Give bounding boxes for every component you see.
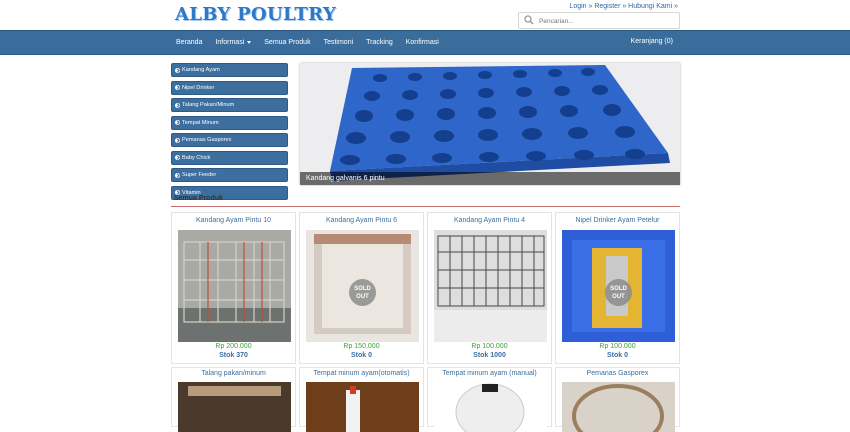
product-price: Rp 200.000	[215, 343, 252, 350]
sidebar-item-label: Talang Pakan/Minum	[182, 102, 235, 108]
hero-slider[interactable]: Kandang galvanis 6 pintu	[300, 63, 680, 185]
sidebar-item-label: Baby Chick	[182, 154, 211, 161]
sidebar-item-label: Tempat Minum	[182, 119, 219, 126]
wire-cage-image	[434, 230, 547, 342]
sidebar-item-kandang-ayam[interactable]: Kandang Ayam	[171, 63, 288, 77]
product-card[interactable]: Kandang Ayam Pintu 4 Rp 100.000 Stok 100…	[427, 212, 552, 364]
product-price: Rp 100.000	[471, 343, 508, 350]
product-price: Rp 100.000	[599, 343, 636, 350]
wire-cage-image	[178, 230, 291, 342]
product-image[interactable]	[434, 230, 547, 342]
manual-drinker-image	[434, 382, 547, 432]
product-name[interactable]: Kandang Ayam Pintu 6	[300, 217, 423, 224]
nav-informasi-label: Informasi	[215, 39, 245, 46]
sold-label: SOLD	[610, 285, 627, 292]
chevron-circle-icon	[175, 102, 180, 108]
nav-tracking[interactable]: Tracking	[366, 39, 393, 46]
egg-tray-image	[300, 63, 680, 185]
search-icon	[524, 15, 534, 25]
site-logo[interactable]: ALBY POULTRY	[175, 4, 336, 25]
sidebar-item-tempat-minum[interactable]: Tempat Minum	[171, 115, 288, 130]
product-card[interactable]: Tempat minum ayam (manual)	[427, 367, 552, 432]
product-stock: Stok 0	[606, 352, 628, 359]
product-card[interactable]: Talang pakan/minum	[171, 367, 296, 432]
product-card[interactable]: Tempat minum ayam(otomatis)	[299, 367, 424, 432]
product-card[interactable]: Pemanas Gasporex	[555, 367, 680, 432]
product-price: Rp 150.000	[343, 343, 380, 350]
chevron-circle-icon	[175, 120, 180, 125]
slider-caption: Kandang galvanis 6 pintu	[300, 172, 680, 185]
product-name[interactable]: Kandang Ayam Pintu 10	[172, 217, 295, 224]
product-image[interactable]: SOLD OUT	[562, 230, 675, 342]
nav-beranda[interactable]: Beranda	[176, 39, 202, 46]
sidebar-item-super-feeder[interactable]: Super Feeder	[171, 168, 288, 182]
product-image[interactable]	[178, 382, 291, 432]
sidebar-item-baby-chick[interactable]: Baby Chick	[171, 150, 288, 165]
product-card[interactable]: Kandang Ayam Pintu 6 SOLD OUT Rp 150.000 …	[299, 212, 424, 364]
sidebar-item-label: Pemanas Gasporex	[182, 137, 232, 143]
sold-label: SOLD	[354, 285, 371, 292]
product-card[interactable]: Nipel Drinker Ayam Petelur SOLD OUT Rp 10…	[555, 212, 680, 364]
chevron-circle-icon	[175, 155, 180, 160]
section-divider	[171, 206, 680, 207]
sidebar-item-nipel-drinker[interactable]: Nipel Drinker	[171, 80, 288, 95]
product-name[interactable]: Tempat minum ayam(otomatis)	[300, 370, 423, 377]
product-image[interactable]	[178, 230, 291, 342]
nav-semua-produk[interactable]: Semua Produk	[264, 39, 310, 46]
chevron-circle-icon	[175, 137, 180, 143]
nav-konfirmasi[interactable]: Konfirmasi	[406, 39, 439, 46]
sidebar-item-talang[interactable]: Talang Pakan/Minum	[171, 98, 288, 112]
product-stock: Stok 0	[350, 352, 372, 359]
sold-out-badge: SOLD OUT	[349, 279, 376, 306]
product-name[interactable]: Nipel Drinker Ayam Petelur	[556, 217, 679, 224]
nav-testimoni[interactable]: Testimoni	[324, 39, 354, 46]
product-name[interactable]: Pemanas Gasporex	[556, 370, 679, 377]
product-image[interactable]	[306, 382, 419, 432]
sidebar-item-pemanas[interactable]: Pemanas Gasporex	[171, 133, 288, 147]
chevron-circle-icon	[175, 67, 180, 73]
account-links[interactable]: Login » Register » Hubungi Kami »	[569, 3, 678, 10]
section-title: Semua Produk	[174, 195, 224, 202]
product-card[interactable]: Kandang Ayam Pintu 10 Rp 200.000 Stok 37…	[171, 212, 296, 364]
search-box[interactable]	[518, 12, 680, 29]
category-sidebar: Kandang Ayam Nipel Drinker Talang Pakan/…	[171, 63, 288, 203]
sold-out-badge: SOLD OUT	[605, 279, 632, 306]
product-stock: Stok 370	[219, 352, 248, 359]
chevron-circle-icon	[175, 85, 180, 90]
product-image[interactable]: SOLD OUT	[306, 230, 419, 342]
product-image[interactable]	[434, 382, 547, 432]
nav-informasi[interactable]: Informasi	[215, 39, 252, 46]
main-navbar: Beranda Informasi Semua Produk Testimoni…	[0, 30, 850, 55]
caret-down-icon	[247, 40, 252, 44]
product-name[interactable]: Tempat minum ayam (manual)	[428, 370, 551, 377]
auto-drinker-image	[306, 382, 419, 432]
search-input[interactable]	[537, 14, 679, 28]
gas-heater-image	[562, 382, 675, 432]
out-label: OUT	[356, 293, 369, 300]
product-stock: Stok 1000	[473, 352, 506, 359]
product-name[interactable]: Talang pakan/minum	[172, 370, 295, 377]
chevron-circle-icon	[175, 172, 180, 178]
sidebar-item-label: Nipel Drinker	[182, 84, 215, 91]
sidebar-item-label: Kandang Ayam	[182, 67, 220, 73]
feeder-trough-image	[178, 382, 291, 432]
product-image[interactable]	[562, 382, 675, 432]
cart-link[interactable]: Keranjang (0)	[631, 38, 673, 45]
product-name[interactable]: Kandang Ayam Pintu 4	[428, 217, 551, 224]
out-label: OUT	[612, 293, 625, 300]
sidebar-item-label: Super Feeder	[182, 172, 217, 178]
